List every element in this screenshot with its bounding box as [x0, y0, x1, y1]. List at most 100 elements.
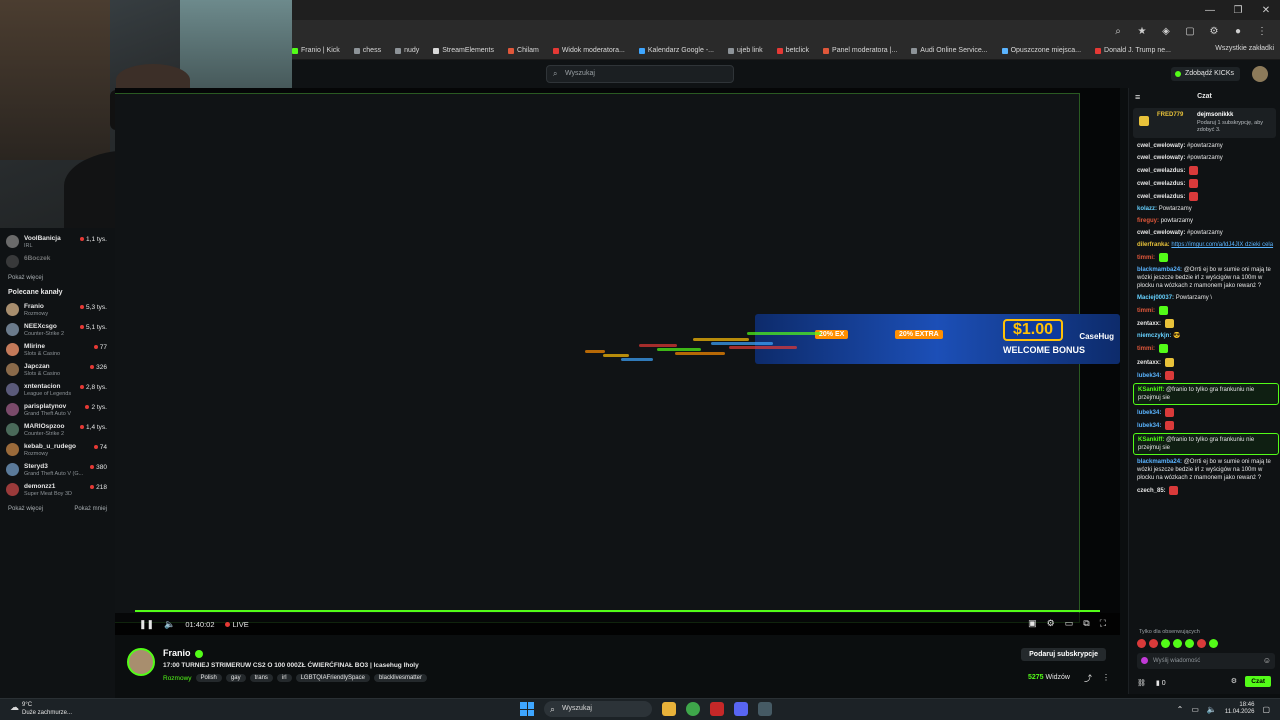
clock[interactable]: 18:46 11.04.2026: [1225, 702, 1255, 716]
maximize-button[interactable]: ❐: [1224, 0, 1252, 20]
chat-username[interactable]: kolazz:: [1137, 206, 1157, 212]
stream-tag[interactable]: LGBTQIAFriendlySpace: [295, 674, 370, 682]
chat-message[interactable]: czech_85:: [1133, 484, 1279, 497]
chat-username[interactable]: lubek34:: [1137, 410, 1161, 416]
bookmark-item[interactable]: StreamElements: [433, 47, 494, 54]
stream-tag[interactable]: trans: [249, 674, 273, 682]
pip-icon[interactable]: ⧉: [1083, 618, 1089, 629]
show-more-link[interactable]: Pokaż więcej: [0, 272, 115, 284]
sidebar-channel[interactable]: MARIOspzoo Counter-Strike 2 1,4 tys.: [0, 420, 115, 440]
progress-bar[interactable]: [135, 610, 1100, 612]
tab-icon[interactable]: ▢: [1184, 25, 1196, 37]
tray-chevron-icon[interactable]: ⌃: [1177, 705, 1184, 714]
chat-username[interactable]: cwel_cwelowaty:: [1137, 230, 1185, 236]
streamer-avatar[interactable]: [127, 648, 155, 676]
bookmark-item[interactable]: Opuszczone miejsca...: [1001, 47, 1081, 54]
video-player[interactable]: 20% EX 20% EXTRA $1.00 WELCOME BONUS Cas…: [115, 88, 1120, 635]
gift-subscription-button[interactable]: Podaruj subskrypcje: [1021, 648, 1106, 661]
chat-message[interactable]: zentaxx:: [1133, 317, 1279, 330]
sidebar-channel[interactable]: Steryd3 Grand Theft Auto V (G... 380: [0, 460, 115, 480]
more-icon[interactable]: ⋮: [1102, 673, 1110, 684]
bookmark-item[interactable]: Panel moderatora |...: [823, 47, 897, 54]
chat-message[interactable]: timmi:: [1133, 251, 1279, 264]
discord-icon[interactable]: [734, 702, 748, 716]
bookmark-item[interactable]: Franio | Kick: [292, 47, 340, 54]
sidebar-channel[interactable]: Japczan Slots & Casino 326: [0, 360, 115, 380]
emote[interactable]: [1173, 639, 1182, 648]
collapse-chat-icon[interactable]: ≡: [1135, 88, 1140, 106]
emote[interactable]: [1149, 639, 1158, 648]
sidebar-channel[interactable]: Franio Rozmowy 5,3 tys.: [0, 300, 115, 320]
chat-username[interactable]: Maciej00037:: [1137, 295, 1174, 301]
sidebar-channel[interactable]: kebab_u_rudego Rozmowy 74: [0, 440, 115, 460]
chat-message[interactable]: dilerfranka: https://imgur.com/a/ldJ4JIX…: [1133, 239, 1279, 251]
chat-message[interactable]: niemczykjn: 😎: [1133, 330, 1279, 342]
app-icon[interactable]: [710, 702, 724, 716]
bookmark-item[interactable]: chess: [353, 47, 381, 54]
chat-username[interactable]: lubek34:: [1137, 423, 1161, 429]
chat-username[interactable]: czech_85:: [1137, 488, 1166, 494]
volume-icon[interactable]: 🔈: [164, 619, 175, 630]
chat-message[interactable]: KSankiff: @franio to tylko gra frankuniu…: [1133, 432, 1279, 455]
stream-category[interactable]: Rozmowy: [163, 675, 192, 682]
theater-icon[interactable]: ▭: [1065, 618, 1074, 629]
notification-icon[interactable]: ▢: [1262, 705, 1270, 714]
chrome-icon[interactable]: [686, 702, 700, 716]
send-chat-button[interactable]: Czat: [1245, 676, 1271, 687]
extension-icon[interactable]: ◈: [1160, 25, 1172, 37]
start-icon[interactable]: [520, 702, 534, 716]
network-icon[interactable]: ▭: [1191, 705, 1199, 714]
chat-message[interactable]: cwel_cwelowaty: #powtarzamy: [1133, 140, 1279, 152]
emote[interactable]: [1209, 639, 1218, 648]
settings-icon[interactable]: ⚙: [1047, 618, 1055, 629]
bookmark-item[interactable]: nudy: [395, 47, 419, 54]
chat-settings-icon[interactable]: ⚙: [1231, 677, 1237, 685]
pinned-message[interactable]: FRED779 dejmsonikkk Podaruj 1 subskrypcj…: [1133, 108, 1276, 138]
get-kicks-button[interactable]: Zdobądź KICKs: [1170, 67, 1240, 81]
chat-username[interactable]: zentaxx:: [1137, 360, 1161, 366]
emote-picker-icon[interactable]: ☺: [1263, 653, 1271, 669]
bookmark-star-icon[interactable]: ★: [1136, 25, 1148, 37]
pause-icon[interactable]: ❚❚: [139, 619, 154, 630]
chat-username[interactable]: timmi:: [1137, 347, 1155, 353]
bookmark-item[interactable]: betclick: [776, 47, 809, 54]
steam-icon[interactable]: [758, 702, 772, 716]
minimize-button[interactable]: —: [1196, 0, 1224, 20]
chat-username[interactable]: cwel_cwelowaty:: [1137, 143, 1185, 149]
chat-username[interactable]: dilerfranka:: [1137, 242, 1170, 248]
chat-message[interactable]: kolazz: Powtarzamy: [1133, 203, 1279, 215]
sidebar-channel[interactable]: demonzz1 Super Meat Boy 3D 218: [0, 480, 115, 500]
weather-widget[interactable]: 9°C Duże zachmurze...: [10, 701, 72, 717]
emote[interactable]: [1185, 639, 1194, 648]
chat-username[interactable]: niemczykjn:: [1137, 333, 1171, 339]
chat-username[interactable]: blackmamba24:: [1137, 459, 1182, 465]
chat-message[interactable]: timmi:: [1133, 304, 1279, 317]
sidebar-channel[interactable]: Mlirine Slots & Casino 77: [0, 340, 115, 360]
clip-icon[interactable]: ▣: [1028, 618, 1037, 629]
settings-icon[interactable]: ⚙: [1208, 25, 1220, 37]
bookmark-item[interactable]: Donald J. Trump ne...: [1095, 47, 1171, 54]
chat-username[interactable]: cwel_cwelazdus:: [1137, 181, 1185, 187]
stream-tag[interactable]: irl: [276, 674, 292, 682]
sidebar-channel[interactable]: NEEXcsgo Counter-Strike 2 5,1 tys.: [0, 320, 115, 340]
chat-message[interactable]: lubek34:: [1133, 419, 1279, 432]
chat-username[interactable]: timmi:: [1137, 308, 1155, 314]
chat-username[interactable]: KSankiff:: [1138, 387, 1164, 393]
chat-message[interactable]: cwel_cwelazdus:: [1133, 177, 1279, 190]
chat-username[interactable]: zentaxx:: [1137, 321, 1161, 327]
sidebar-channel[interactable]: VoolBanicja IRL 1,1 tys.: [0, 232, 115, 252]
file-explorer-icon[interactable]: [662, 702, 676, 716]
chat-message[interactable]: fireguy: powtarzamy: [1133, 215, 1279, 227]
show-more-link-2[interactable]: Pokaż więcej: [8, 506, 43, 512]
all-bookmarks[interactable]: Wszystkie zakładki: [1215, 45, 1274, 52]
bookmark-item[interactable]: Chilam: [508, 47, 539, 54]
zoom-icon[interactable]: ⌕: [1112, 25, 1124, 37]
bookmark-item[interactable]: Kalendarz Google -...: [638, 47, 714, 54]
chat-message[interactable]: lubek34:: [1133, 406, 1279, 419]
chat-message[interactable]: blackmamba24: @Orrti ej bo w sumie oni m…: [1133, 456, 1279, 484]
chat-message[interactable]: lubek34:: [1133, 369, 1279, 382]
emote[interactable]: [1197, 639, 1206, 648]
sidebar-channel[interactable]: 6Boczek: [0, 252, 115, 272]
stream-tag[interactable]: Polish: [195, 674, 222, 682]
chat-username[interactable]: cwel_cwelazdus:: [1137, 168, 1185, 174]
